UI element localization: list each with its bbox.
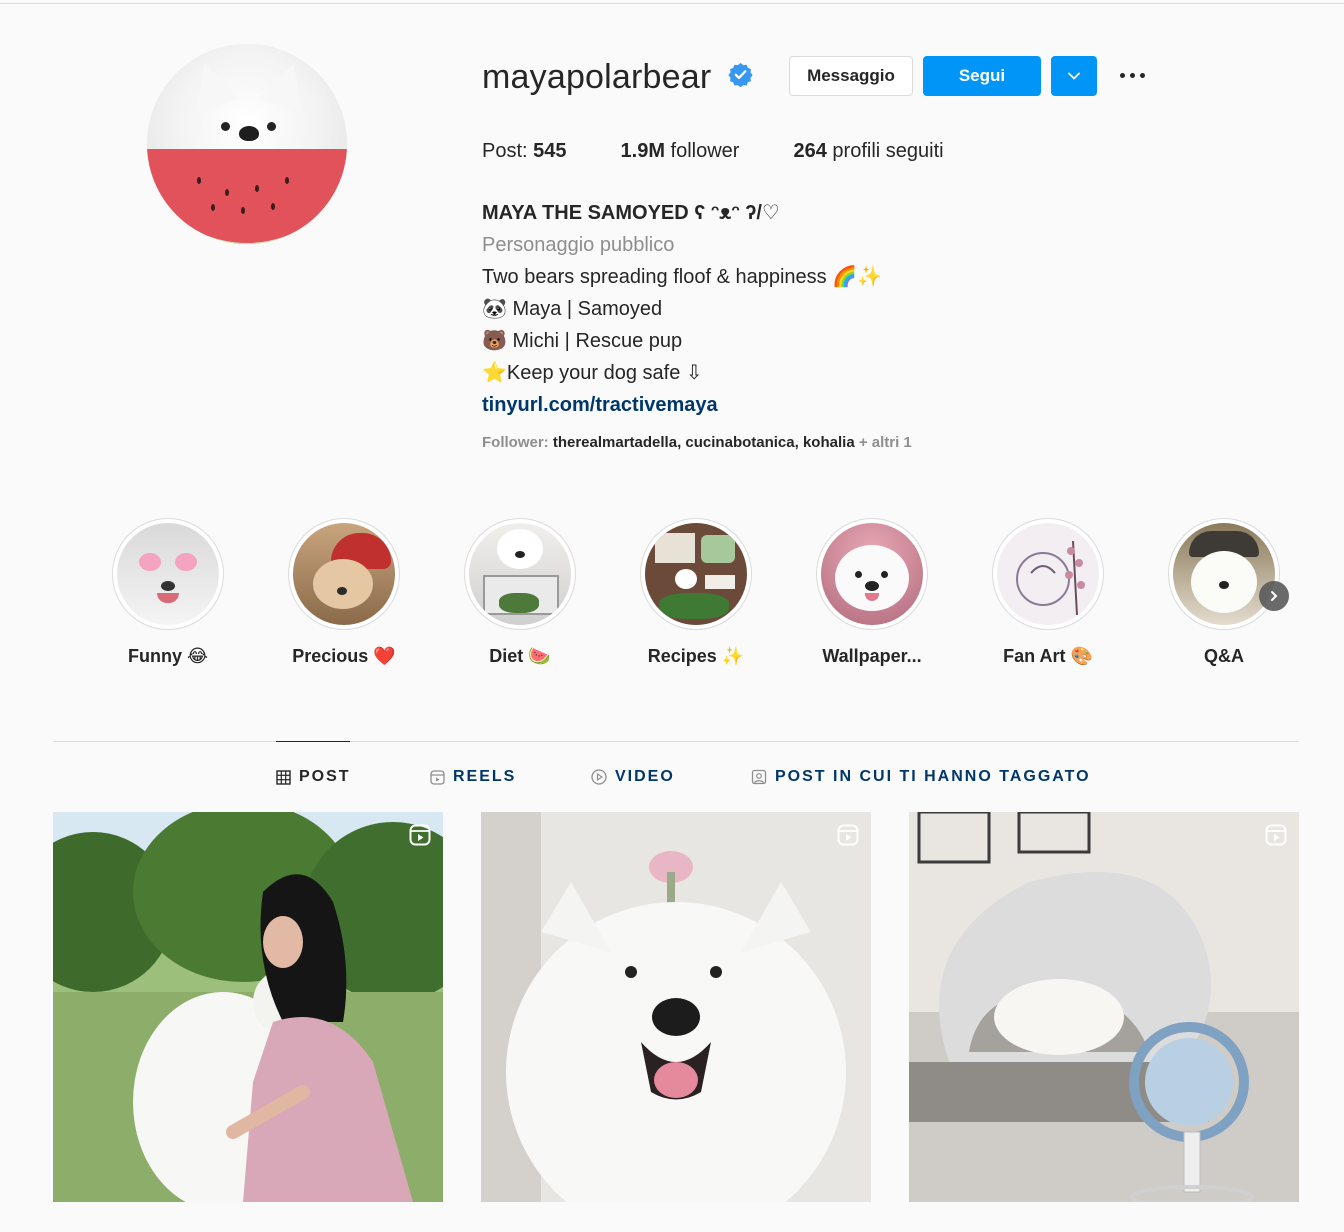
bio-line: Two bears spreading floof & happiness 🌈✨ [482,266,883,288]
followers-count[interactable]: 1.9M follower [621,140,740,163]
dog-flowers-icon [821,523,923,625]
dog-with-food-icon [469,523,571,625]
tab-post[interactable]: POST [276,768,351,786]
message-button[interactable]: Messaggio [789,56,913,96]
reels-icon [430,769,445,785]
highlights-next-button[interactable] [1259,581,1289,611]
bio-category: Personaggio pubblico [482,234,675,256]
highlight-fan-art[interactable]: Fan Art 🎨 [992,518,1104,667]
post-image-sleeping-dog [909,812,1299,1202]
posts-count: Post: 545 [482,140,567,162]
heart-glasses-dog-icon [117,523,219,625]
reel-icon [837,824,859,846]
dog-with-hat-icon [1173,523,1275,625]
ingredients-icon [645,523,747,625]
highlight-funny[interactable]: Funny 😂 [112,518,224,667]
follow-button[interactable]: Segui [923,56,1041,96]
suggested-dropdown-button[interactable] [1051,56,1097,96]
followed-by[interactable]: Follower: therealmartadella, cucinabotan… [482,434,912,451]
bio-link[interactable]: tinyurl.com/tractivemaya [482,389,882,421]
bio-line: 🐼 Maya | Samoyed [482,298,663,320]
verified-badge-icon [728,63,753,87]
more-options-icon[interactable] [1120,73,1145,78]
highlight-wallpaper[interactable]: Wallpaper... [816,518,928,667]
dog-red-hat-icon [293,523,395,625]
reel-icon [409,824,431,846]
highlight-recipes[interactable]: Recipes ✨ [640,518,752,667]
bio-line: 🐻 Michi | Rescue pup [482,330,683,352]
following-count[interactable]: 264 profili seguiti [793,140,943,163]
active-tab-indicator [276,741,350,742]
grid-icon [276,769,291,785]
post-tile[interactable] [909,812,1299,1202]
play-icon [591,769,607,785]
profile-bio: MAYA THE SAMOYED ʕ ᵔᴥᵔ ʔ/♡ Personaggio p… [482,197,882,421]
tab-video[interactable]: VIDEO [591,768,675,786]
reel-icon [1265,824,1287,846]
post-image-park [53,812,443,1202]
tag-icon [751,769,767,785]
chevron-down-icon [1068,72,1080,80]
tab-tagged[interactable]: POST IN CUI TI HANNO TAGGATO [751,768,1091,786]
top-divider [0,3,1344,4]
post-image-smiling-dog [481,812,871,1202]
tabs-divider [53,741,1299,742]
bio-name: MAYA THE SAMOYED ʕ ᵔᴥᵔ ʔ/♡ [482,202,780,224]
post-tile[interactable] [481,812,871,1202]
highlight-diet[interactable]: Diet 🍉 [464,518,576,667]
highlight-precious[interactable]: Precious ❤️ [288,518,400,667]
profile-stats: Post: 545 1.9M follower 264 profili segu… [482,140,998,163]
profile-avatar[interactable] [147,44,347,244]
bio-line: ⭐Keep your dog safe ⇩ [482,362,703,384]
chevron-right-icon [1271,591,1278,601]
tab-reels[interactable]: REELS [430,768,516,786]
dog-sketch-icon [997,523,1099,625]
post-tile[interactable] [53,812,443,1202]
profile-username: mayapolarbear [482,58,712,96]
